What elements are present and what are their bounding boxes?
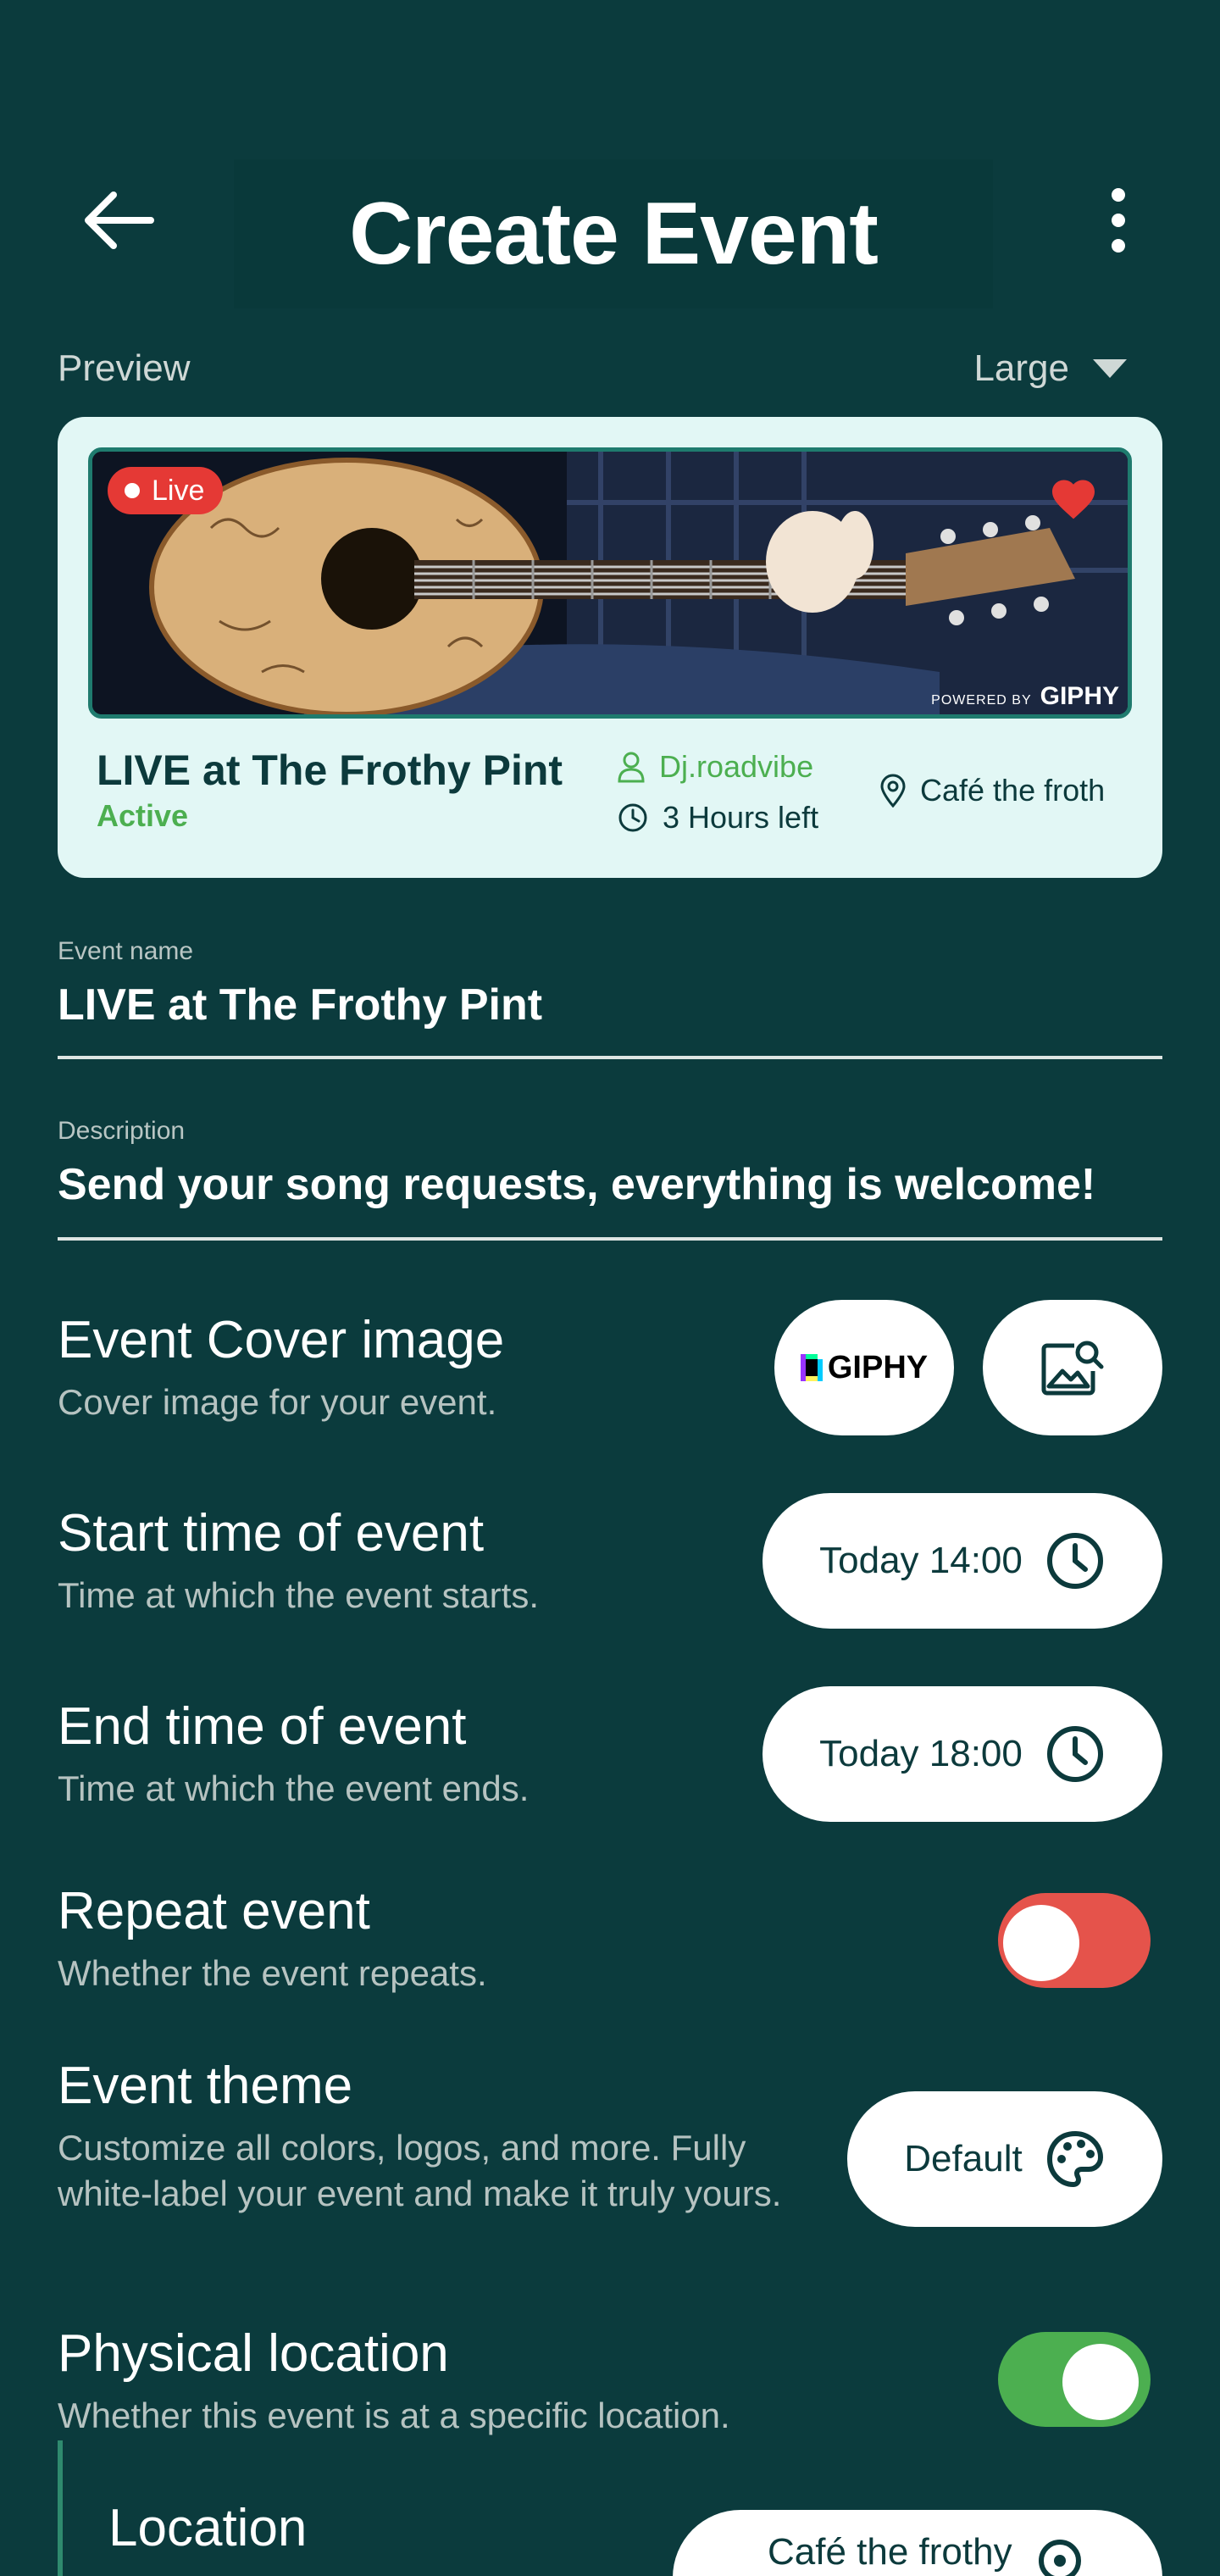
palette-icon [1046,2131,1103,2187]
end-time-picker[interactable]: Today 18:00 [762,1686,1162,1822]
start-time-subtitle: Time at which the event starts. [58,1575,540,1615]
page-title-container: Create Event [234,159,993,308]
event-preview-card[interactable]: Live POWERED BY GIPHY LIVE at The Frothy… [58,417,1162,878]
person-icon [618,752,645,783]
card-event-title: LIVE at The Frothy Pint [97,747,563,794]
cover-image-title: Event Cover image [58,1311,505,1369]
event-theme-value: Default [904,2138,1023,2179]
dropdown-arrow-icon [1093,359,1127,378]
event-theme-selector[interactable]: Default [847,2091,1162,2227]
location-section-indicator [58,2440,63,2576]
giphy-attribution: POWERED BY GIPHY [931,682,1119,710]
card-location-text: Café the froth [920,773,1106,808]
giphy-logo-icon [800,1354,823,1381]
card-time-left-text: 3 Hours left [663,800,819,835]
location-title: Location [108,2499,308,2557]
cover-image: Live POWERED BY GIPHY [88,447,1132,719]
guitar-cover-illustration [92,452,1128,714]
end-time-subtitle: Time at which the event ends. [58,1768,530,1808]
physical-location-subtitle: Whether this event is at a specific loca… [58,2396,730,2435]
live-badge-label: Live [152,474,205,507]
upload-image-button[interactable] [983,1300,1162,1435]
page-title: Create Event [349,184,879,283]
clock-icon [618,803,647,832]
description-underline [58,1237,1162,1241]
event-theme-title: Event theme [58,2057,353,2115]
physical-location-toggle[interactable] [998,2332,1151,2427]
create-event-screen: Create Event Preview Large Live POWERED … [0,0,1220,2576]
toggle-knob [1003,1905,1079,1981]
preview-size-value: Large [973,347,1069,389]
back-button[interactable] [75,180,163,261]
start-time-title: Start time of event [58,1504,485,1563]
location-pin-icon [880,774,906,808]
end-time-value: Today 18:00 [819,1733,1023,1774]
live-dot-icon [125,483,140,498]
card-status-label: Active [97,798,189,833]
preview-size-dropdown[interactable]: Large [973,347,1127,390]
clock-icon [1046,1533,1103,1589]
heart-icon[interactable] [1048,474,1099,525]
more-vert-icon [1112,188,1125,202]
preview-label: Preview [58,347,191,389]
event-name-underline [58,1056,1162,1059]
cover-image-subtitle: Cover image for your event. [58,1382,497,1422]
physical-location-title: Physical location [58,2324,449,2383]
end-time-title: End time of event [58,1697,467,1756]
repeat-event-toggle[interactable] [998,1893,1151,1988]
card-host-name: Dj.roadvibe [659,749,814,784]
event-name-input[interactable]: LIVE at The Frothy Pint [58,980,542,1030]
repeat-event-subtitle: Whether the event repeats. [58,1953,487,1993]
giphy-button[interactable]: GIPHY [774,1300,954,1435]
event-name-label: Event name [58,937,194,965]
more-options-button[interactable] [1096,180,1140,261]
location-pin-icon [1038,2540,1081,2576]
arrow-left-icon [85,192,154,249]
repeat-event-title: Repeat event [58,1882,370,1940]
start-time-value: Today 14:00 [819,1540,1023,1581]
start-time-picker[interactable]: Today 14:00 [762,1493,1162,1629]
location-value: Café the frothy [768,2531,1012,2573]
location-selector[interactable]: Café the frothy [673,2510,1162,2576]
live-badge: Live [108,467,224,514]
description-input[interactable]: Send your song requests, everything is w… [58,1159,1095,1210]
event-theme-subtitle: Customize all colors, logos, and more. F… [58,2128,782,2213]
card-location: Café the froth [879,773,1105,808]
image-search-icon [1041,1341,1104,1396]
card-host: Dj.roadvibe [617,749,813,785]
toggle-knob [1062,2344,1139,2420]
giphy-button-label: GIPHY [827,1349,929,1385]
clock-icon [1046,1726,1103,1782]
card-time-left: 3 Hours left [617,800,818,836]
description-label: Description [58,1117,186,1145]
